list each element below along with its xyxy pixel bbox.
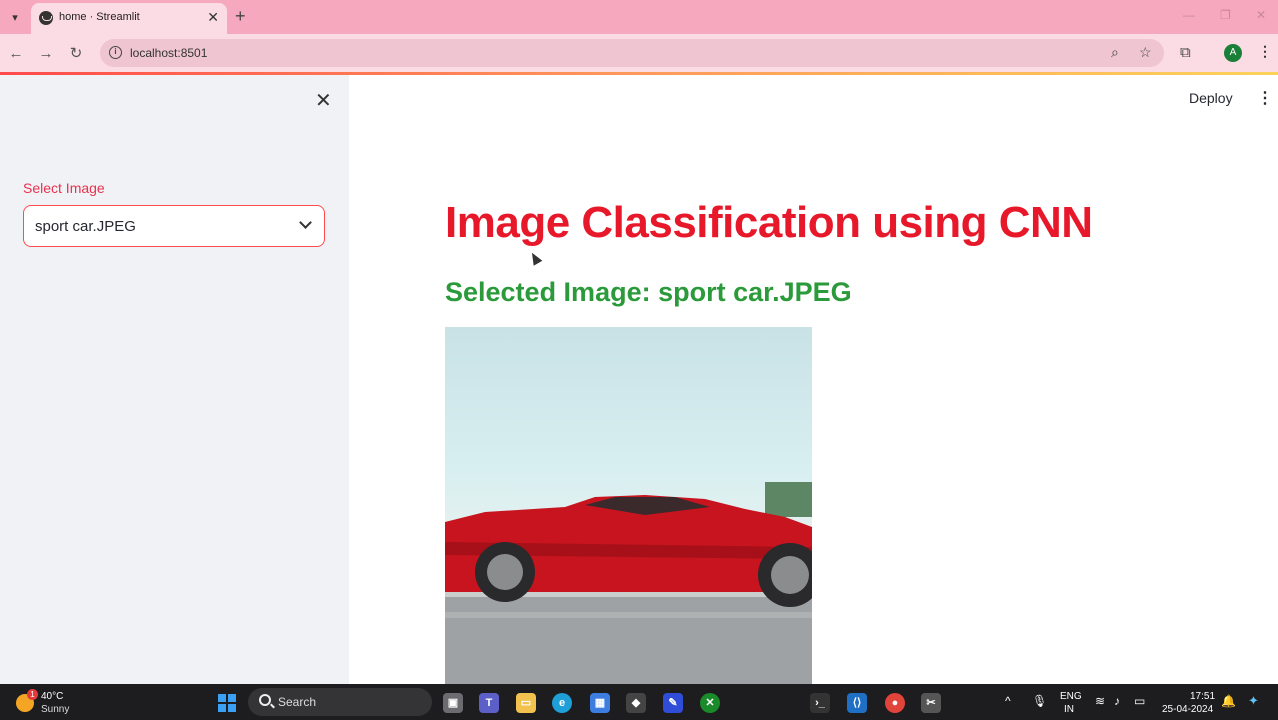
- battery-icon[interactable]: ▭: [1134, 694, 1145, 708]
- task-view-icon[interactable]: ▣: [443, 693, 463, 713]
- weather-description[interactable]: Sunny: [41, 704, 69, 715]
- sport-car-image: [445, 327, 812, 684]
- restore-icon[interactable]: ❐: [1220, 8, 1231, 22]
- taskbar: 1 40°C Sunny Search ▣ T ▭ e ▦ ◆ ✎ ✕ ›_ ⟨…: [0, 684, 1278, 720]
- tab-title: home · Streamlit: [59, 11, 140, 23]
- microphone-icon[interactable]: 🎙: [1032, 694, 1047, 708]
- taskbar-search-label: Search: [278, 695, 317, 709]
- image-selectbox[interactable]: sport car.JPEG: [23, 205, 325, 247]
- zoom-icon[interactable]: ⌕: [1111, 44, 1119, 61]
- xbox-icon[interactable]: ✕: [700, 693, 720, 713]
- new-tab-plus-icon[interactable]: +: [235, 7, 246, 25]
- chevron-down-icon[interactable]: [299, 216, 312, 229]
- snipping-tool-icon[interactable]: ✂: [921, 693, 941, 713]
- notification-bell-icon[interactable]: 🔔: [1221, 694, 1236, 708]
- select-image-label: Select Image: [23, 180, 105, 196]
- wifi-icon[interactable]: ≋: [1095, 694, 1105, 708]
- reload-icon[interactable]: ↻: [66, 43, 86, 63]
- clock-time[interactable]: 17:51: [1190, 691, 1215, 702]
- main-content: Deploy ⋮ Image Classification using CNN …: [349, 75, 1278, 684]
- tab-close-icon[interactable]: ✕: [207, 9, 219, 25]
- language-bottom[interactable]: IN: [1064, 704, 1074, 715]
- chrome-icon[interactable]: ●: [885, 693, 905, 713]
- address-bar[interactable]: i localhost:8501 ⌕ ☆: [100, 39, 1164, 67]
- clock-date[interactable]: 25-04-2024: [1162, 704, 1213, 715]
- active-tab[interactable]: home · Streamlit ✕: [31, 3, 227, 34]
- forward-arrow-icon[interactable]: →: [36, 43, 56, 63]
- language-top[interactable]: ENG: [1060, 691, 1082, 702]
- selected-image-heading: Selected Image: sport car.JPEG: [445, 277, 852, 307]
- browser-toolbar: ← → ↻ i localhost:8501 ⌕ ☆ ⧉ A ⋮: [0, 34, 1278, 72]
- terminal-icon[interactable]: ›_: [810, 693, 830, 713]
- volume-icon[interactable]: ♪: [1114, 694, 1120, 708]
- taskbar-search[interactable]: Search: [248, 688, 432, 716]
- weather-badge: 1: [27, 689, 38, 700]
- sidebar-close-icon[interactable]: ✕: [315, 91, 332, 111]
- teams-icon[interactable]: T: [479, 693, 499, 713]
- search-icon: [259, 694, 271, 706]
- profile-avatar[interactable]: A: [1224, 44, 1242, 62]
- pen-app-icon[interactable]: ✎: [663, 693, 683, 713]
- sidebar: ✕ Select Image sport car.JPEG: [0, 75, 349, 684]
- sport-car-illustration: [445, 482, 812, 684]
- app-icon[interactable]: ◆: [626, 693, 646, 713]
- window-close-icon[interactable]: ✕: [1256, 8, 1266, 22]
- file-explorer-icon[interactable]: ▭: [516, 693, 536, 713]
- edge-icon[interactable]: e: [552, 693, 572, 713]
- app-menu-icon[interactable]: ⋮: [1257, 88, 1273, 108]
- browser-menu-icon[interactable]: ⋮: [1258, 43, 1272, 60]
- store-icon[interactable]: ▦: [590, 693, 610, 713]
- bookmark-star-icon[interactable]: ☆: [1139, 44, 1152, 61]
- browser-tab-bar: ▾ home · Streamlit ✕ + — ❐ ✕: [0, 0, 1278, 34]
- selectbox-value: sport car.JPEG: [35, 218, 136, 235]
- streamlit-favicon-icon: [39, 11, 53, 25]
- weather-temperature[interactable]: 40°C: [41, 691, 63, 702]
- site-info-icon[interactable]: i: [109, 46, 122, 59]
- deploy-button[interactable]: Deploy: [1189, 90, 1233, 106]
- back-arrow-icon[interactable]: ←: [6, 43, 26, 63]
- show-hidden-icons-chevron-icon[interactable]: ^: [1005, 694, 1011, 708]
- windows-start-icon[interactable]: [218, 694, 236, 712]
- minimize-icon[interactable]: —: [1183, 8, 1195, 22]
- url-text[interactable]: localhost:8501: [130, 46, 207, 60]
- copilot-icon[interactable]: ✦: [1248, 693, 1259, 709]
- vscode-icon[interactable]: ⟨⟩: [847, 693, 867, 713]
- extensions-puzzle-icon[interactable]: ⧉: [1180, 44, 1191, 61]
- page-title: Image Classification using CNN: [445, 198, 1093, 247]
- tab-search-button[interactable]: ▾: [6, 8, 24, 26]
